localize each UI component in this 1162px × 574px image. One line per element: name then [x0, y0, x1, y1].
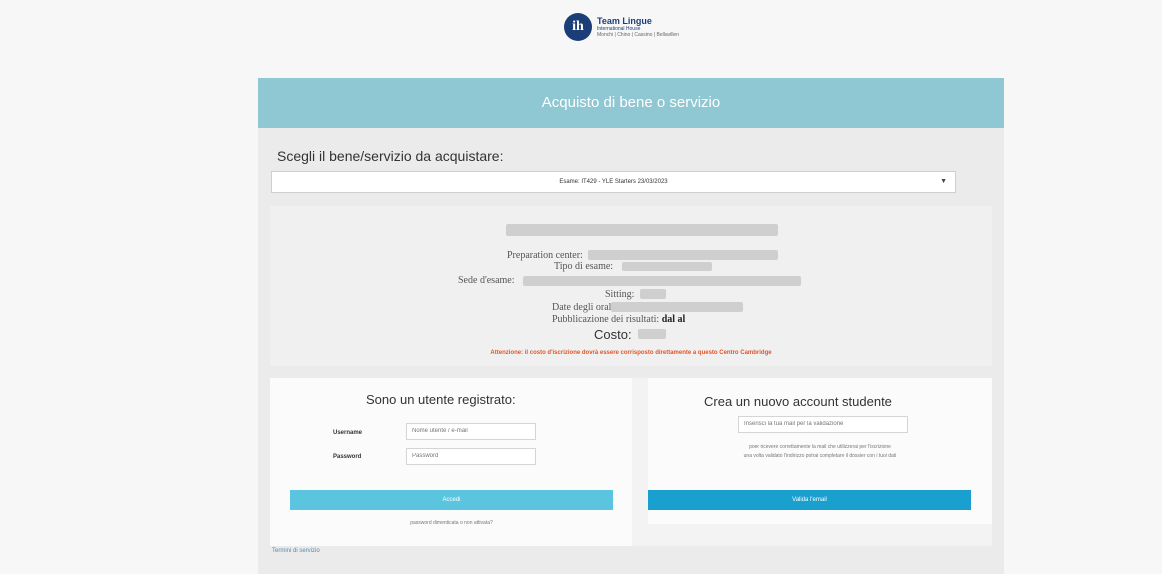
- team-lingue-logo: ih Team Lingue International House Monch…: [564, 10, 700, 44]
- chevron-down-icon: ▼: [940, 178, 947, 185]
- signup-panel: Crea un nuovo account studente poer rice…: [648, 378, 992, 524]
- password-label: Password: [333, 454, 362, 460]
- logo-tagline: Monchi | Chino | Cassino | Bellavillen: [597, 31, 679, 38]
- redacted-sitting: [640, 289, 666, 299]
- login-title: Sono un utente registrato:: [366, 392, 516, 407]
- forgot-password-link[interactable]: password dimenticata o non attivata?: [290, 520, 613, 526]
- page-title: Acquisto di bene o servizio: [258, 78, 1004, 128]
- password-input[interactable]: [406, 448, 536, 465]
- results-publication: Pubblicazione dei risultati: dal al: [552, 314, 685, 325]
- item-select-value: Esame: IT429 - YLE Starters 23/03/2023: [559, 179, 668, 185]
- oral-dates-label: Date degli orali:: [552, 302, 617, 313]
- fee-warning: Attenzione: il costo d'iscrizione dovrà …: [490, 350, 772, 356]
- cost-label: Costo:: [594, 327, 632, 342]
- redacted-exam-type: [622, 262, 712, 271]
- username-input[interactable]: [406, 423, 536, 440]
- login-panel: Sono un utente registrato: Username Pass…: [270, 378, 632, 546]
- redacted-oral-dates: [611, 302, 743, 312]
- sitting-label: Sitting:: [605, 289, 635, 300]
- redacted-exam-title: [506, 224, 778, 236]
- choose-item-label: Scegli il bene/servizio da acquistare:: [277, 148, 504, 164]
- username-label: Username: [333, 430, 363, 436]
- purchase-card: Acquisto di bene o servizio Scegli il be…: [258, 78, 1004, 574]
- results-value: dal al: [661, 314, 686, 325]
- redacted-exam-venue: [523, 276, 801, 286]
- logo-subtitle: International House: [597, 25, 641, 32]
- logo-name: Team Lingue: [597, 15, 652, 26]
- redacted-cost: [638, 329, 666, 339]
- signup-email-input[interactable]: [738, 416, 908, 433]
- terms-of-service-link[interactable]: Termini di servizio: [272, 548, 320, 554]
- login-button[interactable]: Accedi: [290, 490, 613, 510]
- signup-title: Crea un nuovo account studente: [704, 394, 892, 409]
- exam-type-label: Tipo di esame:: [554, 261, 614, 272]
- exam-info-panel: Preparation center: Tipo di esame: Sede …: [270, 206, 992, 366]
- auth-section: Sono un utente registrato: Username Pass…: [270, 378, 992, 546]
- ih-logo-icon: ih: [564, 13, 592, 41]
- validate-email-button[interactable]: Valida l'email: [648, 490, 971, 510]
- redacted-preparation-center: [588, 250, 778, 260]
- item-select[interactable]: Esame: IT429 - YLE Starters 23/03/2023 ▼: [271, 171, 956, 193]
- exam-venue-label: Sede d'esame:: [458, 275, 515, 286]
- signup-hint-line-1: poer ricevere correttamente la mail che …: [749, 444, 891, 450]
- preparation-center-label: Preparation center:: [507, 250, 583, 261]
- results-label: Pubblicazione dei risultati:: [552, 314, 660, 325]
- signup-hint-line-2: una volta validato l'indirizzo potrai co…: [743, 453, 897, 459]
